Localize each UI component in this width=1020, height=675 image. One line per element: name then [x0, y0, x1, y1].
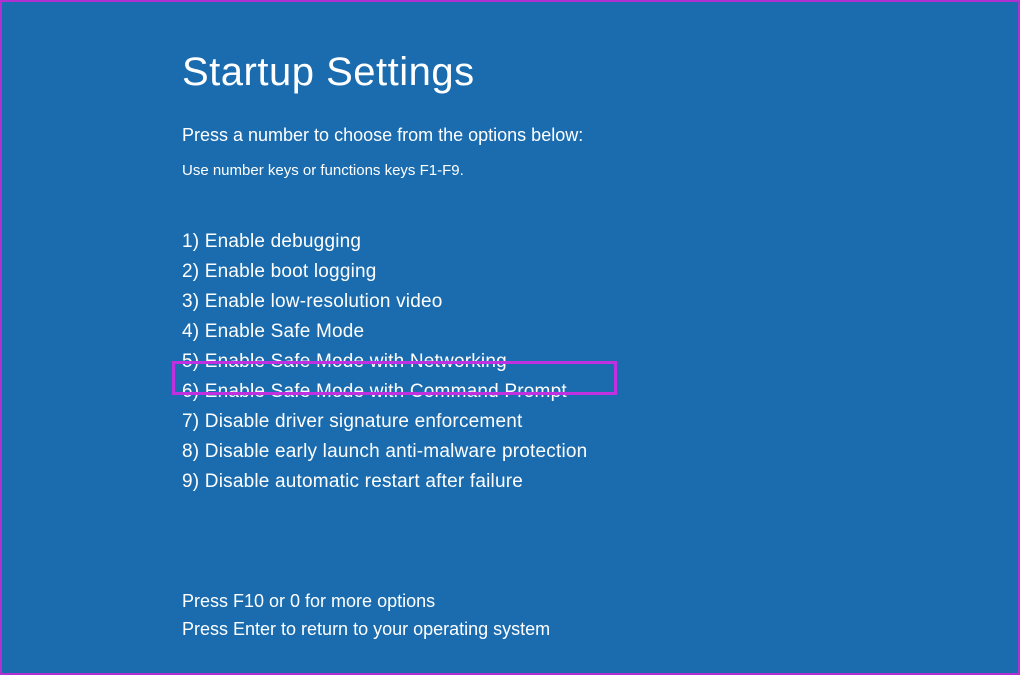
page-title: Startup Settings	[182, 50, 1018, 95]
option-6-safe-mode-cmd[interactable]: 6) Enable Safe Mode with Command Prompt	[182, 377, 1018, 407]
option-1-debugging[interactable]: 1) Enable debugging	[182, 227, 1018, 257]
option-4-safe-mode[interactable]: 4) Enable Safe Mode	[182, 317, 1018, 347]
footer-more-options: Press F10 or 0 for more options	[182, 587, 1018, 615]
option-3-low-res-video[interactable]: 3) Enable low-resolution video	[182, 287, 1018, 317]
option-2-boot-logging[interactable]: 2) Enable boot logging	[182, 257, 1018, 287]
option-7-disable-driver-sig[interactable]: 7) Disable driver signature enforcement	[182, 407, 1018, 437]
option-8-disable-antimalware[interactable]: 8) Disable early launch anti-malware pro…	[182, 437, 1018, 467]
option-9-disable-auto-restart[interactable]: 9) Disable automatic restart after failu…	[182, 467, 1018, 497]
footer-instructions: Press F10 or 0 for more options Press En…	[182, 587, 1018, 643]
startup-options-list: 1) Enable debugging 2) Enable boot loggi…	[182, 227, 1018, 497]
keyboard-hint: Use number keys or functions keys F1-F9.	[182, 162, 1018, 179]
page-subtitle: Press a number to choose from the option…	[182, 125, 1018, 146]
footer-return: Press Enter to return to your operating …	[182, 615, 1018, 643]
option-5-safe-mode-networking[interactable]: 5) Enable Safe Mode with Networking	[182, 347, 1018, 377]
